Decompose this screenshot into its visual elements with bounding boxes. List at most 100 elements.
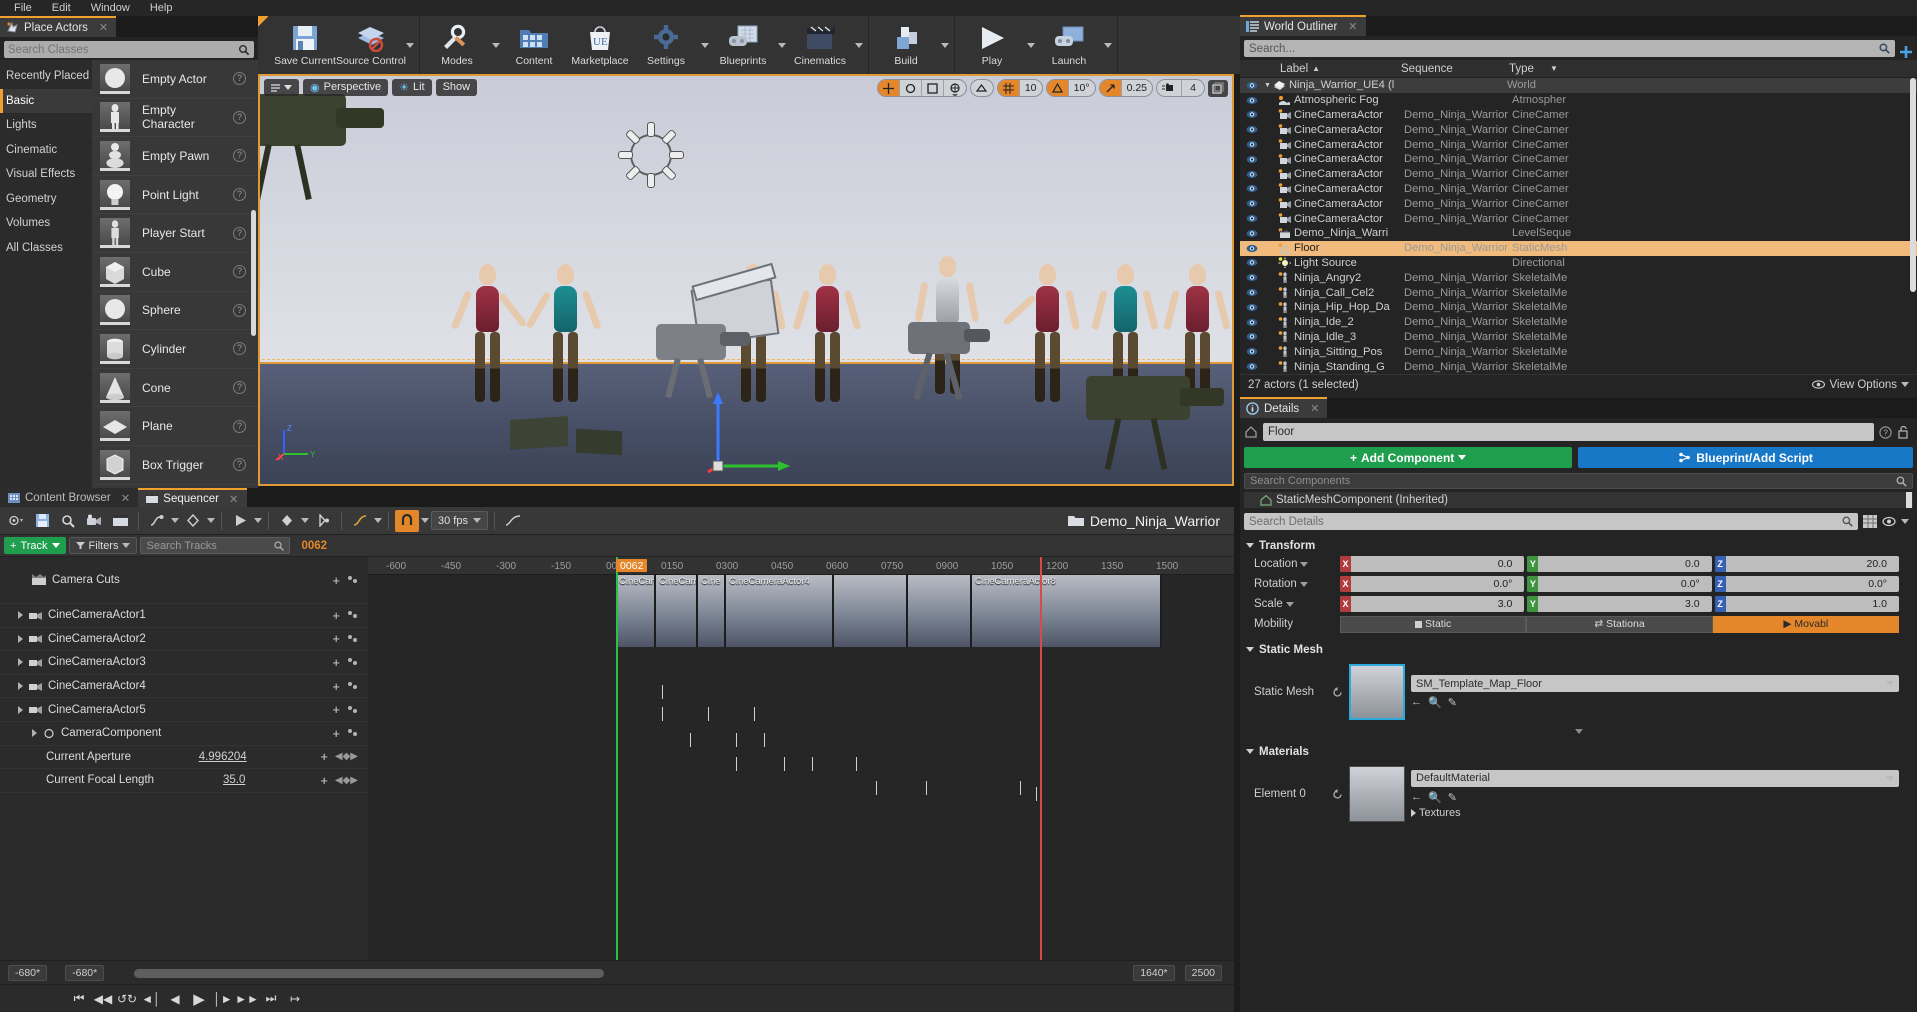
expand-arrow-icon[interactable] <box>18 611 23 620</box>
rotation-z-field[interactable]: Z 0.0° <box>1714 576 1899 592</box>
track-settings-icon[interactable] <box>347 657 358 667</box>
keyframe-marker[interactable] <box>662 685 663 699</box>
tab-content-browser[interactable]: Content Browser ✕ <box>0 488 139 507</box>
sequencer-track-row[interactable]: CineCameraActor1 + <box>0 604 368 628</box>
visibility-toggle-icon[interactable] <box>1245 288 1258 297</box>
outliner-row[interactable]: Floor Demo_Ninja_Warrior StaticMesh <box>1240 240 1917 256</box>
category-visual-effects[interactable]: Visual Effects <box>0 162 92 187</box>
mobility-stationary-button[interactable]: ⇄ Stationa <box>1526 615 1713 633</box>
visibility-toggle-icon[interactable] <box>1245 184 1258 193</box>
track-settings-icon[interactable] <box>347 575 358 585</box>
outliner-row[interactable]: Ninja_Sitting_Pos Demo_Ninja_Warrior Skele… <box>1240 344 1917 359</box>
find-sequence-icon[interactable] <box>56 510 80 532</box>
components-scrollbar[interactable] <box>1906 492 1912 508</box>
browse-to-asset-icon[interactable]: 🔍 <box>1428 791 1442 804</box>
search-components-input[interactable]: Search Components <box>1244 473 1913 489</box>
tab-world-outliner[interactable]: World Outliner ✕ <box>1240 15 1366 36</box>
camera-cut-clip[interactable]: CineCameraActor8 <box>972 575 1162 647</box>
help-icon[interactable]: ? <box>233 226 246 240</box>
loop-button[interactable]: ↺↻ <box>116 988 138 1010</box>
track-settings-icon[interactable] <box>347 634 358 644</box>
sequencer-timeline[interactable]: -600 -450 -300 -150 000 0150 0300 0450 0600 0750 0… <box>368 557 1234 960</box>
visibility-toggle-icon[interactable] <box>1245 155 1258 164</box>
rotation-x-field[interactable]: X 0.0° <box>1340 576 1525 592</box>
place-actor-item[interactable]: Cube? <box>92 253 258 292</box>
place-actor-item[interactable]: Cone? <box>92 369 258 408</box>
visibility-toggle-icon[interactable] <box>1245 229 1258 238</box>
timeline-ruler[interactable]: -600 -450 -300 -150 000 0150 0300 0450 0600 0750 0… <box>368 557 1234 575</box>
static-mesh-selector[interactable]: SM_Template_Map_Floor <box>1411 675 1899 692</box>
angle-snap-icon[interactable] <box>1046 80 1069 96</box>
search-tracks-input[interactable]: Search Tracks <box>140 537 291 554</box>
keyframe-marker[interactable] <box>754 707 755 721</box>
track-value[interactable]: 4.996204 <box>199 751 253 763</box>
track-settings-icon[interactable] <box>347 681 358 691</box>
camera-cut-clip[interactable]: CineCame <box>616 575 656 647</box>
close-icon[interactable]: ✕ <box>99 21 108 34</box>
lock-icon[interactable] <box>1897 425 1909 439</box>
toolbar-button-play[interactable]: Play <box>959 17 1025 73</box>
keyframe-marker[interactable] <box>708 707 709 721</box>
viewport-lit-button[interactable]: ☀ Lit <box>392 78 432 96</box>
add-key-icon[interactable]: + <box>332 573 340 588</box>
scale-y-field[interactable]: Y 3.0 <box>1527 596 1712 612</box>
visibility-toggle-icon[interactable] <box>1245 258 1258 267</box>
toolbar-button-save-current[interactable]: Save Current <box>272 17 338 73</box>
menu-item-edit[interactable]: Edit <box>42 0 81 16</box>
step-back-frames-button[interactable]: ◀◀ <box>92 988 114 1010</box>
cine-camera-actor[interactable] <box>908 322 1058 427</box>
sequencer-track-row[interactable]: Camera Cuts + <box>0 557 368 604</box>
visibility-toggle-icon[interactable] <box>1245 214 1258 223</box>
keyframe-marker[interactable] <box>926 781 927 795</box>
place-actor-item[interactable]: Empty Pawn? <box>92 137 258 176</box>
column-label[interactable]: Label ▲ <box>1280 63 1401 75</box>
use-selected-asset-icon[interactable]: ← <box>1411 791 1422 804</box>
visibility-toggle-icon[interactable] <box>1245 318 1258 327</box>
key-interpolation-icon[interactable] <box>145 510 169 532</box>
toolbar-button-content[interactable]: Content <box>501 17 567 73</box>
toolbar-button-blueprints[interactable]: Blueprints <box>710 17 776 73</box>
outliner-row[interactable]: Ninja_Call_Cel2 Demo_Ninja_Warrior Skeleta… <box>1240 285 1917 300</box>
tab-place-actors[interactable]: Place Actors ✕ <box>0 16 117 37</box>
category-volumes[interactable]: Volumes <box>0 211 92 236</box>
help-icon[interactable]: ? <box>233 110 246 124</box>
keyframe-marker[interactable] <box>1020 781 1021 795</box>
visibility-toggle-icon[interactable] <box>1245 362 1258 371</box>
outliner-row[interactable]: CineCameraActor Demo_Ninja_Warrior CineCam… <box>1240 152 1917 167</box>
outliner-scrollbar[interactable] <box>1910 78 1916 292</box>
curve-toggle-icon[interactable] <box>501 510 525 532</box>
sequencer-track-row[interactable]: CineCameraActor3 + <box>0 651 368 675</box>
outliner-row[interactable]: CineCameraActor Demo_Ninja_Warrior CineCam… <box>1240 108 1917 123</box>
material-selector[interactable]: DefaultMaterial <box>1411 769 1899 787</box>
play-reverse-button[interactable]: ◀ <box>164 988 186 1010</box>
camera-cut-clip[interactable]: CineCameraActor4 <box>726 575 834 647</box>
playback-range-button[interactable]: ↦ <box>284 988 306 1010</box>
grid-view-icon[interactable] <box>1862 514 1878 529</box>
camera-cut-clip[interactable]: CineCam <box>656 575 698 647</box>
jump-to-start-button[interactable]: ⏮ <box>68 988 90 1010</box>
keyframe-marker[interactable] <box>764 733 765 747</box>
section-transform[interactable]: Transform <box>1240 537 1917 554</box>
add-key-icon[interactable]: + <box>332 608 340 623</box>
outliner-search-bar[interactable]: Search... <box>1244 40 1895 57</box>
category-cinematic[interactable]: Cinematic <box>0 138 92 163</box>
visibility-toggle-icon[interactable] <box>1245 332 1258 341</box>
sequencer-track-row[interactable]: Current Focal Length 35.0 + ◀◆▶ <box>0 769 368 793</box>
angle-snap-group[interactable]: 10° <box>1045 79 1096 97</box>
outliner-row[interactable]: Ninja_Idle_3 Demo_Ninja_Warrior SkeletalMe <box>1240 330 1917 345</box>
add-key-icon[interactable]: + <box>320 773 328 788</box>
grid-snap-icon[interactable] <box>997 80 1020 96</box>
chevron-down-icon[interactable] <box>1025 17 1036 73</box>
place-actor-item[interactable]: Cylinder? <box>92 330 258 369</box>
toolbar-button-launch[interactable]: Launch <box>1036 17 1102 73</box>
place-actor-item[interactable]: Box Trigger? <box>92 446 258 485</box>
place-actor-item[interactable]: Sphere? <box>92 292 258 331</box>
transform-mode-toggles[interactable] <box>876 79 967 97</box>
section-static-mesh[interactable]: Static Mesh <box>1240 641 1917 658</box>
add-key-icon[interactable]: + <box>332 655 340 670</box>
grid-snap-group[interactable]: 10 <box>996 79 1043 97</box>
category-geometry[interactable]: Geometry <box>0 187 92 212</box>
outliner-row[interactable]: ▼ Ninja_Warrior_UE4 (l World <box>1240 78 1917 93</box>
close-icon[interactable]: ✕ <box>229 492 239 506</box>
visibility-toggle-icon[interactable] <box>1245 96 1258 105</box>
